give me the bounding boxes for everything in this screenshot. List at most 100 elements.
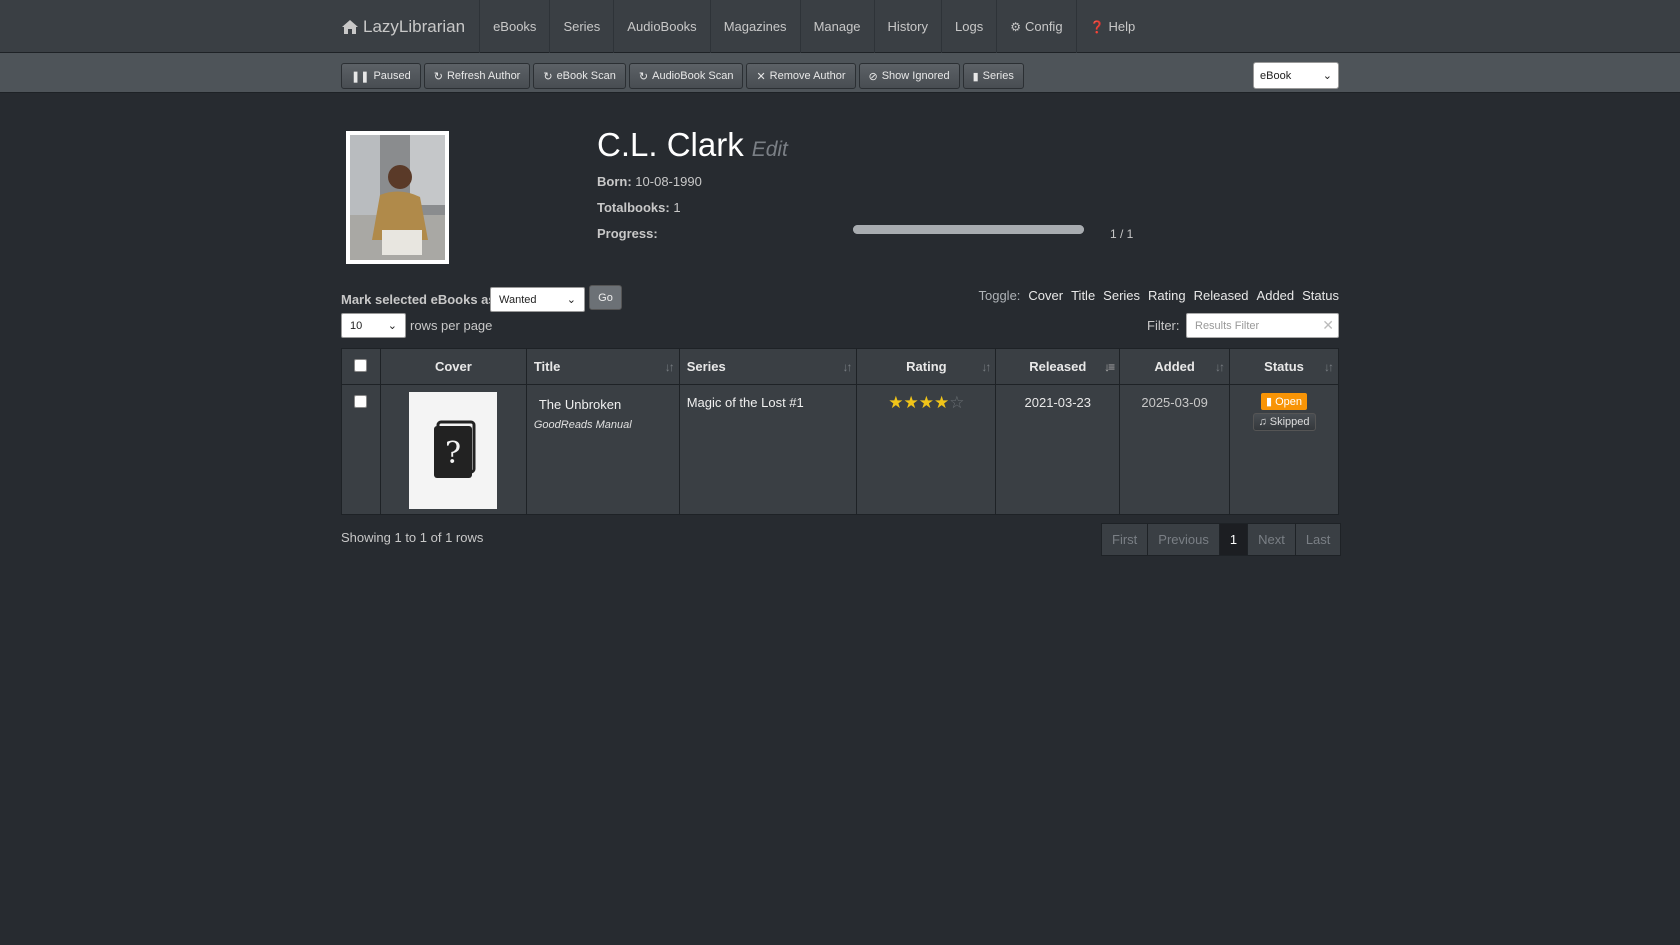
rows-per-page-select[interactable]: 10 ⌄	[341, 313, 406, 338]
paused-button[interactable]: ❚❚ Paused	[341, 63, 421, 89]
ebook-scan-button[interactable]: ↻ eBook Scan	[533, 63, 626, 89]
brand-link[interactable]: LazyLibrarian	[341, 0, 479, 53]
library-type-select[interactable]: eBook ⌄	[1253, 62, 1339, 89]
audio-status-button[interactable]: ♫ Skipped	[1252, 413, 1316, 431]
sort-icon: ↓↑	[842, 360, 852, 374]
header-status[interactable]: Status ↓↑	[1229, 348, 1339, 385]
button-label: Paused	[373, 70, 411, 82]
button-label: AudioBook Scan	[652, 70, 734, 82]
gear-icon: ⚙	[1010, 19, 1021, 34]
sort-desc-icon: ↓≡	[1104, 360, 1115, 374]
nav-label: AudioBooks	[627, 19, 697, 34]
nav-item-history[interactable]: History	[873, 0, 941, 53]
toggle-status[interactable]: Status	[1302, 288, 1339, 303]
edit-author-link[interactable]: Edit	[752, 138, 788, 161]
book-cover[interactable]: ?	[409, 392, 498, 509]
series-button[interactable]: ▮ Series	[962, 63, 1024, 89]
star-filled-icon: ★	[903, 393, 919, 412]
headphones-icon: ♫	[1258, 416, 1267, 428]
clear-filter-icon[interactable]: ✕	[1322, 317, 1334, 334]
nav-item-help[interactable]: ❓ Help	[1075, 0, 1149, 53]
book-source: GoodReads Manual	[533, 419, 632, 431]
nav-item-config[interactable]: ⚙ Config	[996, 0, 1075, 53]
star-empty-icon: ☆	[949, 393, 965, 412]
born-value: 10-08-1990	[635, 174, 702, 189]
mark-status-select[interactable]: Wanted ⌄	[490, 287, 585, 312]
nav-item-series[interactable]: Series	[549, 0, 613, 53]
header-label: Status	[1264, 359, 1304, 374]
refresh-icon: ↻	[433, 70, 443, 83]
toggle-released[interactable]: Released	[1194, 288, 1249, 303]
progress-label: Progress:	[597, 226, 658, 241]
sort-icon: ↓↑	[664, 360, 675, 374]
nav-label: Logs	[955, 19, 984, 34]
select-value: eBook	[1260, 69, 1292, 82]
toggle-label: Toggle:	[978, 288, 1021, 303]
results-filter-input[interactable]: Results Filter ✕	[1186, 313, 1339, 338]
go-button[interactable]: Go	[589, 285, 622, 310]
rows-per-page-label: rows per page	[410, 318, 493, 333]
button-label: Refresh Author	[446, 70, 521, 82]
nav-label: History	[887, 19, 928, 34]
author-name: C.L. Clark	[597, 126, 744, 163]
audiobook-scan-button[interactable]: ↻ AudioBook Scan	[628, 63, 744, 89]
nav-item-manage[interactable]: Manage	[799, 0, 874, 53]
status-label: Open	[1275, 395, 1303, 408]
books-table: Cover Title ↓↑ Series ↓↑ Rating ↓↑ Released…	[341, 348, 1339, 515]
filter-label: Filter:	[1147, 318, 1180, 333]
progress-bar	[853, 225, 1084, 234]
show-ignored-button[interactable]: ⊘ Show Ignored	[858, 63, 960, 89]
released-cell: 2021-03-23	[995, 384, 1121, 515]
select-all-checkbox[interactable]	[354, 358, 368, 372]
refresh-icon: ↻	[543, 70, 553, 83]
nav-label: Magazines	[723, 19, 787, 34]
chevron-down-icon: ⌄	[387, 320, 397, 332]
refresh-icon: ↻	[638, 70, 649, 83]
page-last-button[interactable]: Last	[1294, 523, 1342, 556]
row-checkbox[interactable]	[354, 395, 368, 408]
star-filled-icon: ★	[934, 393, 950, 412]
nav-item-magazines[interactable]: Magazines	[709, 0, 800, 53]
nav-item-audiobooks[interactable]: AudioBooks	[613, 0, 709, 53]
page-previous-button[interactable]: Previous	[1147, 523, 1220, 556]
page-next-button[interactable]: Next	[1247, 523, 1296, 556]
page-first-button[interactable]: First	[1101, 523, 1149, 556]
button-label: Show Ignored	[881, 70, 950, 82]
series-link[interactable]: Magic of the Lost #1	[687, 395, 857, 410]
totalbooks-label: Totalbooks:	[597, 200, 670, 215]
header-label: Title	[533, 359, 561, 374]
remove-author-button[interactable]: ✕ Remove Author	[746, 63, 856, 89]
sort-icon: ↓↑	[1324, 360, 1334, 374]
refresh-author-button[interactable]: ↻ Refresh Author	[423, 63, 531, 89]
toggle-title[interactable]: Title	[1071, 288, 1095, 303]
header-cover[interactable]: Cover	[379, 348, 527, 385]
nav-item-logs[interactable]: Logs	[941, 0, 996, 53]
select-all-header	[341, 348, 381, 385]
book-title-link[interactable]: The Unbroken	[539, 397, 679, 412]
mark-selected-label: Mark selected eBooks as	[341, 292, 496, 307]
header-title[interactable]: Title ↓↑	[525, 348, 680, 385]
ban-icon: ⊘	[868, 70, 878, 83]
button-label: Remove Author	[769, 70, 846, 82]
header-series[interactable]: Series ↓↑	[678, 348, 858, 385]
toggle-series[interactable]: Series	[1103, 288, 1140, 303]
chevron-down-icon: ⌄	[1322, 70, 1332, 82]
nav-item-ebooks[interactable]: eBooks	[479, 0, 549, 53]
toggle-added[interactable]: Added	[1257, 288, 1295, 303]
header-added[interactable]: Added ↓↑	[1119, 348, 1231, 385]
toggle-cover[interactable]: Cover	[1028, 288, 1063, 303]
header-rating[interactable]: Rating ↓↑	[856, 348, 997, 385]
home-icon	[342, 19, 358, 34]
open-status-button[interactable]: ▮ Open	[1261, 393, 1308, 410]
pause-icon: ❚❚	[351, 70, 370, 83]
nav-label: Manage	[813, 19, 861, 34]
toggle-rating[interactable]: Rating	[1148, 288, 1186, 303]
author-name-heading: C.L. Clark Edit	[597, 126, 788, 164]
page-current-button[interactable]: 1	[1218, 523, 1249, 556]
table-row: ? The Unbroken GoodReads Manual Magic of…	[341, 384, 1339, 515]
button-label: Series	[982, 70, 1014, 82]
book-icon: ▮	[1266, 396, 1273, 408]
header-released[interactable]: Released ↓≡	[995, 348, 1121, 385]
title-cell: The Unbroken GoodReads Manual	[525, 384, 680, 515]
star-filled-icon: ★	[888, 393, 904, 412]
